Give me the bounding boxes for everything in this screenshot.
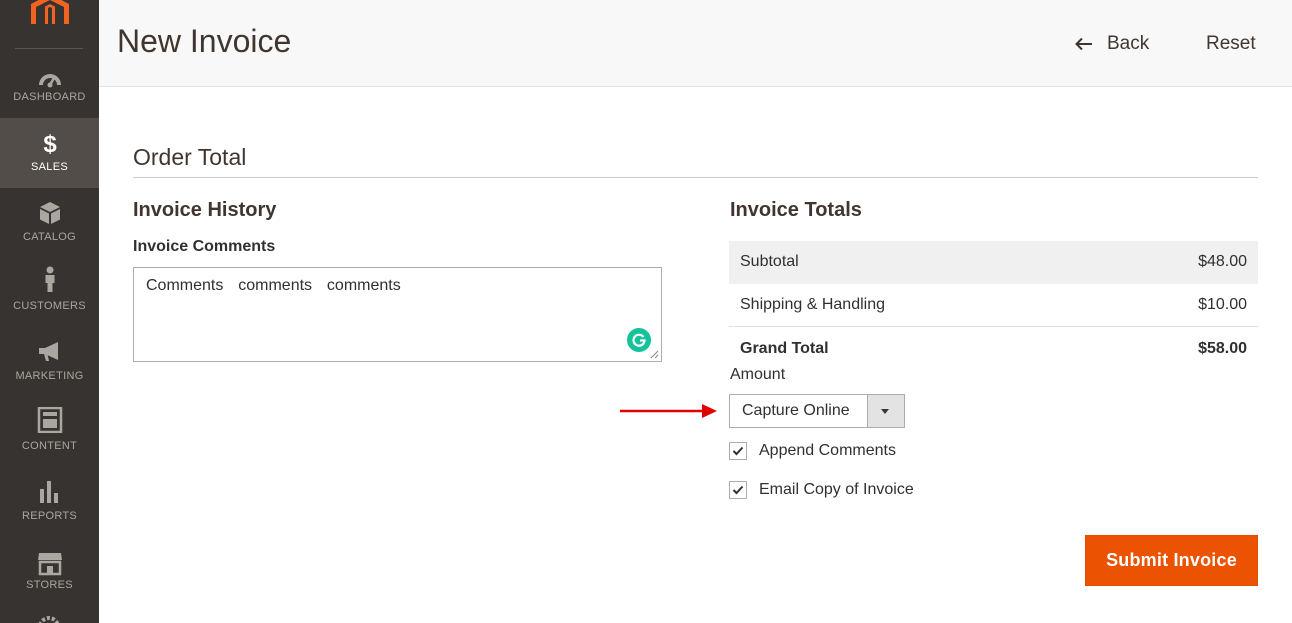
sidebar-item-label: CONTENT	[21, 440, 78, 452]
sidebar-item-catalog[interactable]: CATALOG	[0, 188, 99, 258]
email-copy-label: Email Copy of Invoice	[759, 481, 914, 498]
invoice-history-title: Invoice History	[133, 199, 277, 221]
append-comments-check[interactable]	[729, 442, 747, 460]
sidebar-item-label: REPORTS	[21, 510, 78, 522]
grammarly-icon[interactable]	[627, 328, 651, 352]
dashboard-icon	[38, 74, 61, 88]
invoice-comments-label: Invoice Comments	[133, 238, 276, 255]
subtotal-label: Subtotal	[740, 253, 799, 270]
resize-grip-icon[interactable]	[650, 350, 659, 359]
sidebar-item-label: CUSTOMERS	[13, 300, 86, 312]
sidebar-item-label: STORES	[26, 579, 73, 591]
megaphone-icon	[38, 342, 58, 361]
dollar-icon: $	[43, 131, 57, 156]
subtotal-value: $48.00	[1198, 253, 1247, 270]
checkmark-icon	[732, 485, 744, 495]
sidebar-item-label: SALES	[31, 161, 68, 173]
email-copy-checkbox[interactable]: Email Copy of Invoice	[729, 481, 914, 499]
page-header: New Invoice Back Reset	[99, 0, 1292, 87]
sidebar-item-label: CATALOG	[22, 231, 77, 243]
sidebar-item-stores[interactable]: STORES	[0, 536, 99, 606]
sidebar-item-label: MARKETING	[15, 370, 84, 382]
layout-icon	[37, 407, 62, 433]
shipping-row: Shipping & Handling $10.00	[729, 284, 1258, 327]
sidebar-item-customers[interactable]: CUSTOMERS	[0, 257, 99, 327]
subtotal-row: Subtotal $48.00	[729, 241, 1258, 284]
invoice-totals-table: Subtotal $48.00 Shipping & Handling $10.…	[729, 241, 1258, 327]
sidebar-item-label: DASHBOARD	[13, 91, 86, 103]
annotation-arrow-icon	[620, 404, 717, 418]
section-divider	[133, 177, 1258, 178]
sidebar-item-sales[interactable]: $ SALES	[0, 118, 99, 188]
capture-selected-value: Capture Online	[742, 402, 850, 419]
magento-logo-icon[interactable]	[31, 0, 69, 24]
gear-icon[interactable]	[36, 614, 62, 623]
reset-button[interactable]: Reset	[1206, 33, 1256, 55]
shipping-value: $10.00	[1198, 296, 1247, 313]
person-icon	[45, 266, 54, 292]
grand-total-row: Grand Total $58.00	[729, 327, 1258, 370]
back-button[interactable]: Back	[1075, 33, 1149, 55]
capture-amount-select[interactable]: Capture Online	[729, 394, 905, 428]
bar-chart-icon	[39, 481, 58, 503]
amount-label: Amount	[730, 366, 786, 383]
chevron-down-icon[interactable]	[867, 395, 904, 427]
svg-text:$: $	[43, 131, 57, 156]
append-comments-checkbox[interactable]: Append Comments	[729, 442, 896, 460]
invoice-totals-title: Invoice Totals	[730, 199, 862, 221]
submit-invoice-button[interactable]: Submit Invoice	[1085, 535, 1258, 586]
store-icon	[37, 553, 62, 576]
back-button-label: Back	[1107, 33, 1150, 54]
sidebar-item-marketing[interactable]: MARKETING	[0, 327, 99, 397]
section-title: Order Total	[133, 144, 247, 170]
admin-sidebar: DASHBOARD $ SALES CATALOG CUSTOMERS MARK…	[0, 0, 99, 623]
sidebar-item-content[interactable]: CONTENT	[0, 397, 99, 467]
page-title: New Invoice	[117, 23, 292, 59]
sidebar-item-reports[interactable]: REPORTS	[0, 467, 99, 537]
checkmark-icon	[732, 446, 744, 456]
arrow-left-icon	[1075, 37, 1092, 51]
invoice-comments-textarea[interactable]: Comments comments comments	[133, 267, 662, 362]
grand-total-label: Grand Total	[740, 340, 829, 357]
box-icon	[39, 202, 60, 224]
sidebar-item-dashboard[interactable]: DASHBOARD	[0, 49, 99, 119]
grand-total-value: $58.00	[1198, 340, 1247, 357]
append-comments-label: Append Comments	[759, 442, 896, 459]
shipping-label: Shipping & Handling	[740, 296, 885, 313]
email-copy-check[interactable]	[729, 481, 747, 499]
